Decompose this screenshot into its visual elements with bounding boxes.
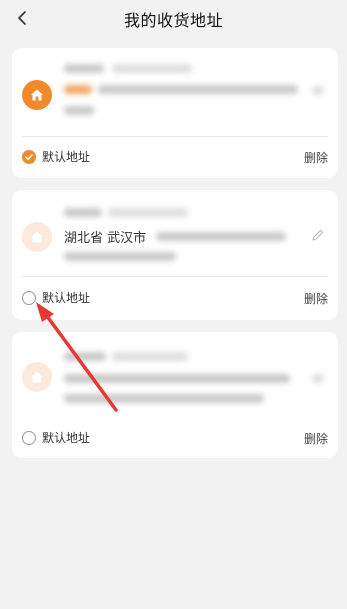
address-card[interactable]: 湖北省 武汉市 默认地址 删除 [12,190,338,320]
divider [22,136,328,137]
default-address-toggle[interactable]: 默认地址 [22,148,90,165]
radio-icon [22,290,36,305]
radio-icon [22,430,36,445]
top-bar: 我的收货地址 [0,0,347,38]
default-address-label: 默认地址 [42,291,91,305]
home-icon [22,222,52,252]
delete-button[interactable]: 删除 [304,430,328,447]
default-address-toggle[interactable]: 默认地址 [22,289,90,306]
page-title: 我的收货地址 [123,11,223,30]
default-address-label: 默认地址 [42,431,91,445]
address-card[interactable]: 默认地址 删除 [12,48,338,178]
home-icon [22,80,52,110]
default-address-label: 默认地址 [42,150,91,164]
check-icon [22,149,36,164]
edit-pencil-icon[interactable] [310,227,326,243]
back-button[interactable] [12,7,32,29]
back-arrow-icon [18,11,26,25]
delete-button[interactable]: 删除 [304,149,328,166]
home-icon [22,362,52,392]
address-card[interactable]: 默认地址 删除 [12,332,338,458]
delete-button[interactable]: 删除 [304,290,328,307]
divider [22,276,328,277]
address-text: 湖北省 武汉市 [64,231,147,246]
default-address-toggle[interactable]: 默认地址 [22,429,90,446]
